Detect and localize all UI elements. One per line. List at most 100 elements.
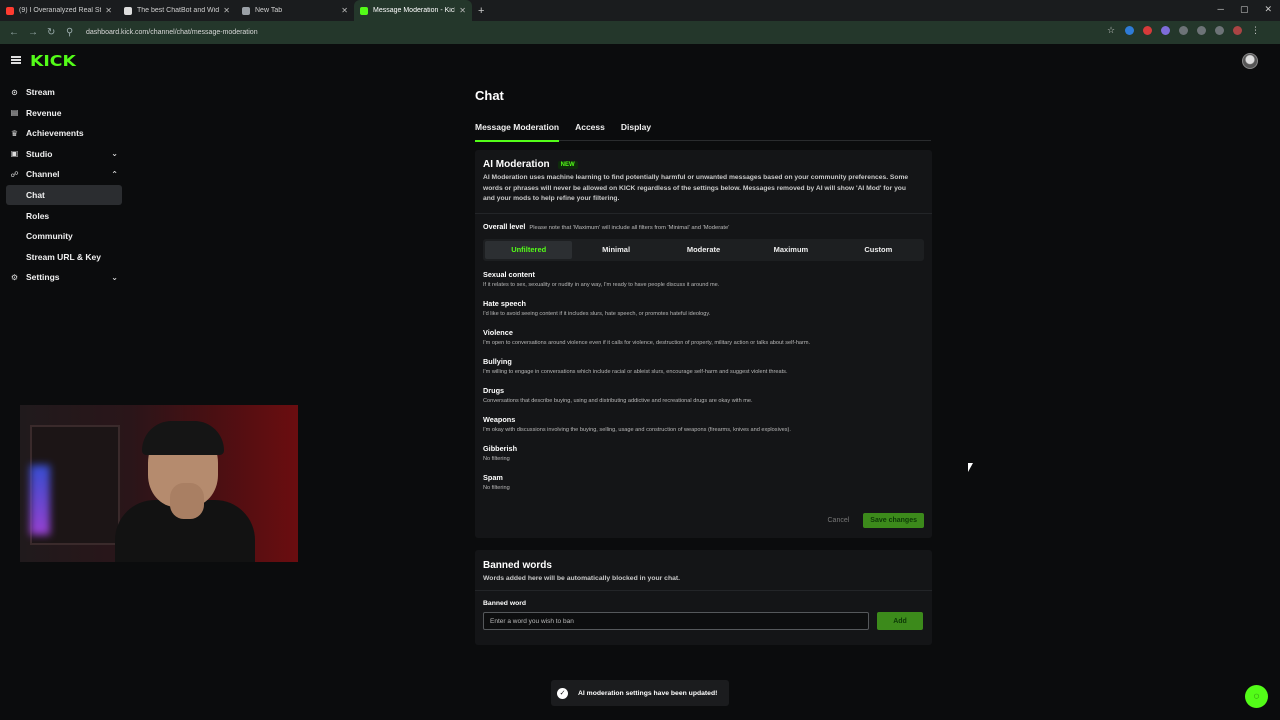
browser-tab-label: (9) I Overanalyzed Real Steel A [19, 7, 102, 14]
extension-icon[interactable] [1125, 26, 1134, 35]
overall-level-note: Please note that 'Maximum' will include … [529, 224, 730, 231]
mouse-cursor [968, 463, 973, 472]
level-option-moderate[interactable]: Moderate [660, 241, 747, 259]
sidebar-item-studio[interactable]: ▣ Studio ⌄ [6, 144, 122, 164]
reload-icon[interactable]: ↻ [47, 27, 57, 38]
browser-tab[interactable]: Message Moderation - Kick Da ✕ [354, 0, 472, 21]
sidebar-item-stream-url-key[interactable]: Stream URL & Key [6, 247, 122, 267]
level-option-custom[interactable]: Custom [835, 241, 922, 259]
banned-word-input[interactable] [483, 612, 869, 630]
favicon-icon [360, 6, 368, 15]
category-name: Gibberish [483, 443, 518, 453]
form-actions: Cancel Save changes [828, 513, 924, 528]
category-name: Violence [483, 327, 513, 337]
category-name: Bullying [483, 356, 512, 366]
channel-icon: ☍ [10, 169, 19, 179]
sidebar-item-label: Achievements [26, 128, 84, 139]
sidebar-item-stream[interactable]: ⊙ Stream [6, 82, 122, 102]
close-tab-icon[interactable]: ✕ [341, 6, 348, 15]
download-icon[interactable] [1215, 26, 1224, 35]
kick-logo[interactable]: KICK [30, 52, 76, 70]
sidebar-item-community[interactable]: Community [6, 226, 122, 246]
cancel-button[interactable]: Cancel [828, 517, 850, 524]
category-name: Weapons [483, 414, 516, 424]
category-description: If it relates to sex, sexuality or nudit… [483, 281, 720, 288]
browser-tab[interactable]: New Tab ✕ [236, 0, 354, 21]
level-option-minimal[interactable]: Minimal [572, 241, 659, 259]
check-circle-icon: ✓ [557, 687, 568, 699]
category-name: Drugs [483, 385, 505, 395]
chevron-icon[interactable]: ⌄ [111, 273, 118, 282]
restore-icon[interactable]: ▢ [1240, 4, 1249, 15]
sidebar-item-achievements[interactable]: ♛ Achievements [6, 123, 122, 143]
minimize-icon[interactable]: ─ [1218, 4, 1224, 15]
revenue-icon: ▤ [10, 108, 19, 118]
browser-tab-bar: (9) I Overanalyzed Real Steel A✕The best… [0, 0, 1280, 21]
tab-message-moderation[interactable]: Message Moderation [475, 122, 560, 142]
more-icon[interactable]: ⋮ [1251, 26, 1260, 35]
save-changes-button[interactable]: Save changes [863, 513, 924, 528]
close-tab-icon[interactable]: ✕ [223, 6, 230, 15]
browser-tab[interactable]: The best ChatBot and Widgets✕ [118, 0, 236, 21]
site-info-icon[interactable]: ⚲ [66, 27, 76, 38]
page-title: Chat [475, 88, 504, 103]
hamburger-menu-icon[interactable] [11, 56, 21, 64]
sidebar-item-label: Stream URL & Key [26, 251, 101, 262]
ai-moderation-card: AI Moderation NEW AI Moderation uses mac… [475, 150, 932, 538]
profile-icon[interactable] [1233, 26, 1242, 35]
sidebar-item-label: Channel [26, 169, 60, 180]
category-description: I'd like to avoid seeing content if it i… [483, 310, 711, 317]
favicon-icon [6, 6, 14, 15]
level-option-unfiltered[interactable]: Unfiltered [485, 240, 573, 259]
category-name: Sexual content [483, 269, 535, 279]
extension-icon[interactable] [1161, 26, 1170, 35]
sidebar-item-label: Settings [26, 272, 60, 283]
address-bar: ← → ↻ ⚲ dashboard.kick.com/channel/chat/… [0, 21, 1280, 44]
sidebar-item-chat[interactable]: Chat [6, 184, 122, 205]
category-violence: Violence I'm open to conversations around… [483, 328, 924, 357]
kick-dashboard: KICK ⊙ Stream ▤ Revenue ♛ Achievements ▣ Studio… [0, 44, 1280, 720]
tab-display[interactable]: Display [621, 122, 651, 141]
sidebar-item-label: Studio [26, 148, 53, 159]
sidebar-item-settings[interactable]: ⚙ Settings ⌄ [6, 267, 122, 287]
sidebar-item-label: Stream [26, 87, 55, 97]
category-description: I'm open to conversations around violenc… [483, 339, 811, 346]
back-icon[interactable]: ← [9, 27, 19, 38]
avatar[interactable] [1242, 53, 1258, 69]
toast-message: AI moderation settings have been updated… [578, 689, 718, 697]
extension-icon[interactable] [1143, 26, 1152, 35]
tab-access[interactable]: Access [575, 122, 605, 141]
sidepanel-icon[interactable] [1197, 26, 1206, 35]
help-chat-icon[interactable]: ◌ [1245, 685, 1268, 708]
banned-word-row: Add [483, 612, 924, 630]
sidebar-item-roles[interactable]: Roles [6, 206, 122, 226]
close-tab-icon[interactable]: ✕ [459, 6, 466, 15]
sidebar-item-revenue[interactable]: ▤ Revenue [6, 103, 122, 123]
banned-words-description: Words added here will be automatically b… [483, 575, 681, 582]
category-sexual-content: Sexual content If it relates to sex, sexu… [483, 270, 924, 299]
chevron-icon[interactable]: ⌃ [111, 170, 118, 179]
sidebar: ⊙ Stream ▤ Revenue ♛ Achievements ▣ Studio ⌄ ☍ Cha… [0, 82, 130, 288]
close-window-icon[interactable]: ✕ [1264, 4, 1272, 15]
gear-icon: ⚙ [10, 272, 19, 282]
favicon-icon [124, 6, 132, 15]
level-option-maximum[interactable]: Maximum [747, 241, 834, 259]
new-tab-icon[interactable]: + [478, 5, 484, 17]
chat-tabs: Message Moderation Access Display [475, 122, 931, 142]
chevron-icon[interactable]: ⌄ [111, 149, 118, 158]
browser-tab-label: Message Moderation - Kick Da [373, 7, 455, 14]
webcam-overlay [20, 405, 298, 562]
browser-tab[interactable]: (9) I Overanalyzed Real Steel A✕ [0, 0, 118, 21]
banned-word-label: Banned word [483, 600, 527, 607]
close-tab-icon[interactable]: ✕ [105, 6, 112, 15]
puzzle-icon[interactable] [1179, 26, 1188, 35]
forward-icon[interactable]: → [28, 27, 38, 38]
category-gibberish: Gibberish No filtering [483, 444, 924, 473]
category-hate-speech: Hate speech I'd like to avoid seeing cont… [483, 299, 924, 328]
url-field[interactable]: dashboard.kick.com/channel/chat/message-… [86, 29, 258, 36]
trophy-icon: ♛ [10, 128, 19, 138]
sidebar-item-channel[interactable]: ☍ Channel ⌃ [6, 164, 122, 184]
favicon-icon [242, 6, 250, 15]
add-banned-word-button[interactable]: Add [877, 612, 923, 630]
bookmark-star-icon[interactable]: ☆ [1107, 26, 1116, 35]
